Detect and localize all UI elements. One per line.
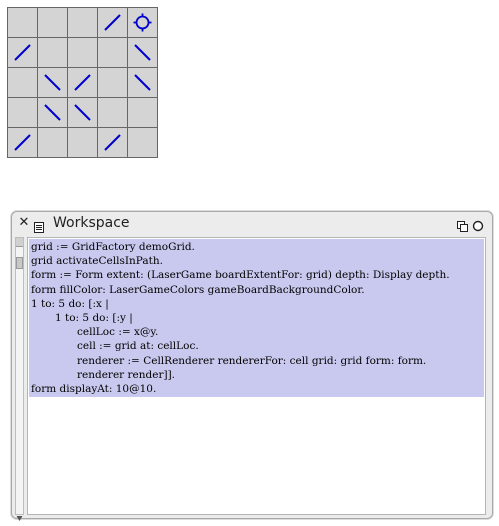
- board-cell: [128, 98, 158, 128]
- board-cell: [98, 98, 128, 128]
- window-title: Workspace: [53, 215, 130, 231]
- board-cell: [68, 8, 98, 38]
- board-cell: [8, 128, 38, 158]
- workspace-window[interactable]: ✕ Workspace grid:= GridFactory demoGrid…: [11, 211, 493, 521]
- board-cell: [8, 98, 38, 128]
- board-cell: [98, 68, 128, 98]
- mirror-backslash-icon: [134, 74, 151, 91]
- board-cell: [128, 68, 158, 98]
- board-cell: [38, 128, 68, 158]
- board-cell: [128, 8, 158, 38]
- board-cell: [38, 98, 68, 128]
- mirror-slash-icon: [104, 14, 121, 31]
- vertical-scrollbar[interactable]: [15, 237, 24, 521]
- code-line: cellLoc := x@y.: [77, 326, 159, 339]
- board-cell: [38, 38, 68, 68]
- code-line: grid activateCellsInPath.: [31, 255, 163, 268]
- code-line: 1 to: 5 do: [:y |: [55, 311, 133, 324]
- scrollbar-menu-button[interactable]: [16, 238, 23, 247]
- selected-code[interactable]: grid := GridFactory demoGrid. grid activa…: [29, 239, 484, 398]
- board-cell: [98, 38, 128, 68]
- scrollbar-thumb[interactable]: [16, 257, 23, 269]
- code-line: renderer := CellRenderer rendererFor: ce…: [77, 354, 427, 367]
- code-line: grid := GridFactory demoGrid.: [31, 241, 195, 253]
- board-cell: [98, 128, 128, 158]
- target-icon: [133, 13, 152, 32]
- code-line: cell := grid at: cellLoc.: [77, 340, 199, 353]
- board-cell: [68, 68, 98, 98]
- mirror-backslash-icon: [74, 104, 91, 121]
- code-line: form displayAt: 10@10.: [31, 382, 157, 395]
- window-menu-icon[interactable]: [34, 218, 44, 233]
- scroll-up-arrow-icon[interactable]: [16, 248, 23, 262]
- board-cell: [98, 8, 128, 38]
- mirror-slash-icon: [14, 44, 31, 61]
- window-titlebar[interactable]: ✕ Workspace: [12, 212, 492, 236]
- board-cell: [8, 38, 38, 68]
- expand-icon[interactable]: [472, 217, 484, 232]
- workspace-text-editor[interactable]: grid := GridFactory demoGrid. grid activa…: [27, 237, 486, 515]
- code-line: 1 to: 5 do: [:x |: [31, 297, 109, 310]
- close-icon[interactable]: ✕: [17, 216, 31, 230]
- board-cell: [128, 38, 158, 68]
- code-line: renderer render]].: [77, 368, 176, 381]
- code-line: form fillColor: LaserGameColors gameBoar…: [31, 283, 365, 296]
- laser-game-board: [7, 7, 158, 158]
- board-cell: [38, 8, 68, 38]
- scroll-down-arrow-icon[interactable]: [16, 507, 23, 521]
- mirror-slash-icon: [14, 134, 31, 151]
- board-cell: [68, 38, 98, 68]
- board-cell: [68, 128, 98, 158]
- board-cell: [128, 128, 158, 158]
- mirror-backslash-icon: [44, 74, 61, 91]
- board-cell: [38, 68, 68, 98]
- collapse-icon[interactable]: [457, 217, 468, 232]
- mirror-slash-icon: [74, 74, 91, 91]
- board-cell: [8, 8, 38, 38]
- board-cell: [8, 68, 38, 98]
- code-line: form := Form extent: (LaserGame boardExt…: [31, 269, 450, 282]
- board-cell: [68, 98, 98, 128]
- mirror-backslash-icon: [44, 104, 61, 121]
- mirror-slash-icon: [104, 134, 121, 151]
- mirror-backslash-icon: [134, 44, 151, 61]
